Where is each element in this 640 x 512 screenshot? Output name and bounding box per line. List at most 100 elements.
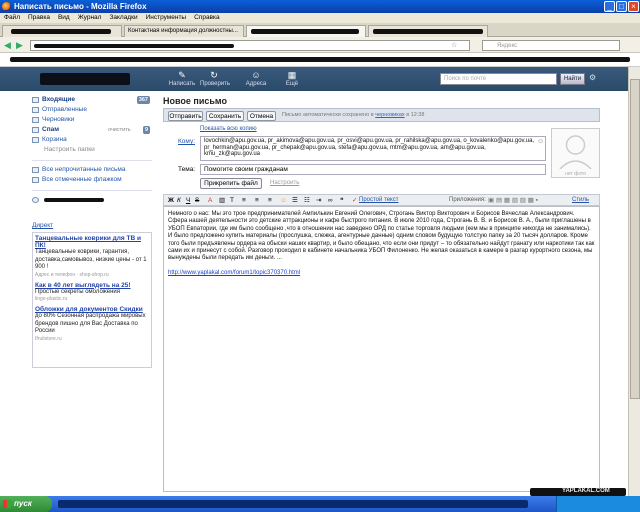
drafts-link[interactable]: черновиках xyxy=(375,112,404,118)
folder-label: Корзина xyxy=(42,136,67,143)
url-bar[interactable]: ☆ xyxy=(30,40,470,51)
attach-file-button[interactable]: Прикрепить файл xyxy=(200,178,262,189)
sidebar-item-spam[interactable]: Спам очистить 9 xyxy=(32,125,152,135)
all-flagged-label: Все отмеченные флажком xyxy=(42,176,122,183)
subject-field[interactable]: Помогите своим гражданам xyxy=(200,164,546,175)
menu-view[interactable]: Вид xyxy=(58,14,70,21)
circle-icon xyxy=(32,197,39,203)
cancel-button[interactable]: Отмена xyxy=(247,111,276,121)
back-icon[interactable]: ◀ xyxy=(4,40,11,51)
mail-icon xyxy=(32,167,39,173)
underline-icon[interactable]: Ч xyxy=(186,195,190,206)
menu-edit[interactable]: Правка xyxy=(28,14,50,21)
menu-history[interactable]: Журнал xyxy=(78,14,102,21)
spam-count: 9 xyxy=(142,126,150,134)
list-icon[interactable]: ☰ xyxy=(292,195,298,206)
forward-icon[interactable]: ▶ xyxy=(16,40,23,51)
mail-search-placeholder: Поиск по почте xyxy=(444,76,487,82)
subject-label: Тема: xyxy=(178,166,196,173)
redacted-text xyxy=(44,198,104,202)
plain-text-link[interactable]: Простой текст xyxy=(359,195,398,206)
indent-icon[interactable]: ⇥ xyxy=(316,195,321,206)
grid-icon: ▦ xyxy=(287,70,297,80)
sidebar-item-hidden[interactable] xyxy=(32,195,152,205)
page-scrollbar[interactable] xyxy=(628,67,640,496)
align-left-icon[interactable]: ≡ xyxy=(242,195,246,206)
more-button[interactable]: ▦ Ещё xyxy=(278,70,306,87)
minimize-button[interactable]: _ xyxy=(604,1,615,12)
all-unread-link[interactable]: Все непрочитанные письма xyxy=(32,165,152,175)
tab-3[interactable] xyxy=(246,25,366,37)
font-size-icon[interactable]: T xyxy=(230,195,234,206)
send-button[interactable]: Отправить xyxy=(168,111,203,121)
sidebar-item-trash[interactable]: Корзина xyxy=(32,135,152,145)
bold-icon[interactable]: Ж xyxy=(168,195,174,206)
to-field[interactable]: lovochkin@apu.gov.ua, pr_akimova@apu.gov… xyxy=(200,136,546,161)
menu-tools[interactable]: Инструменты xyxy=(146,14,187,21)
check-label: Проверить xyxy=(200,81,231,87)
save-button[interactable]: Сохранить xyxy=(206,111,244,121)
menu-file[interactable]: Файл xyxy=(4,14,20,21)
folder-label: Черновики xyxy=(42,116,75,123)
addresses-button[interactable]: ☺ Адреса xyxy=(242,70,270,87)
ad-3-title[interactable]: Обложки для документов Скидки xyxy=(35,306,149,313)
redacted-taskbar-items xyxy=(58,500,528,508)
align-right-icon[interactable]: ≡ xyxy=(268,195,272,206)
contacts-icon: ☺ xyxy=(251,70,261,80)
folder-settings-link[interactable]: Настроить папки xyxy=(32,145,152,155)
direct-label[interactable]: Директ xyxy=(32,222,53,229)
emoji-icon[interactable]: ☺ xyxy=(280,195,287,206)
show-all-copy-link[interactable]: Показать всю копию xyxy=(200,126,257,132)
attachment-icons[interactable]: ▣ ▤ ▦ ▧ ▨ ▩ ▪ xyxy=(488,195,538,206)
sidebar-item-drafts[interactable]: Черновики xyxy=(32,115,152,125)
strike-icon[interactable]: S xyxy=(195,195,199,206)
ad-1-title[interactable]: Танцевальные коврики для ТВ и ПК! xyxy=(35,235,149,249)
link-icon[interactable]: ∞ xyxy=(328,195,333,206)
find-button[interactable]: Найти xyxy=(560,73,585,85)
redacted-text xyxy=(11,29,111,34)
text-color-icon[interactable]: A xyxy=(208,195,212,206)
tab-1[interactable] xyxy=(2,25,122,37)
tab-2[interactable]: Контактная информация должностны... xyxy=(124,25,244,37)
align-center-icon[interactable]: ≡ xyxy=(255,195,259,206)
inbox-icon xyxy=(32,97,39,103)
quote-icon[interactable]: ❝ xyxy=(340,195,344,206)
trash-icon xyxy=(32,137,39,143)
sidebar-item-sent[interactable]: Отправленные xyxy=(32,105,152,115)
message-link[interactable]: http://www.yaplakal.com/forum1/topic3703… xyxy=(168,270,300,276)
numbered-list-icon[interactable]: ☷ xyxy=(304,195,310,206)
style-dropdown[interactable]: Стиль xyxy=(572,195,589,206)
settings-icon[interactable]: ⚙ xyxy=(589,73,596,82)
flag-icon xyxy=(32,177,39,183)
autosave-status: Письмо автоматически сохранено в чернови… xyxy=(282,112,424,118)
star-icon[interactable]: ☆ xyxy=(451,41,457,49)
redacted-text xyxy=(251,29,359,34)
sidebar-item-inbox[interactable]: Входящие 367 xyxy=(32,95,152,105)
italic-icon[interactable]: К xyxy=(177,195,181,206)
menu-bookmarks[interactable]: Закладки xyxy=(109,14,137,21)
clear-spam-link[interactable]: очистить xyxy=(108,125,131,135)
mail-search-input[interactable]: Поиск по почте xyxy=(440,73,557,85)
folder-label: Входящие xyxy=(42,96,75,103)
contacts-icon[interactable]: ☺ xyxy=(537,138,544,145)
close-button[interactable]: × xyxy=(628,1,639,12)
ad-2-title[interactable]: Как в 40 лет выглядеть на 25! xyxy=(35,282,149,289)
start-button[interactable]: пуск xyxy=(0,496,52,512)
configure-link[interactable]: Настроить xyxy=(270,180,299,186)
window-title-bar: Написать письмо - Mozilla Firefox xyxy=(0,0,640,13)
divider xyxy=(32,185,152,191)
maximize-button[interactable]: □ xyxy=(616,1,627,12)
tab-4[interactable] xyxy=(368,25,488,37)
scroll-thumb[interactable] xyxy=(630,79,640,399)
check-mail-button[interactable]: ↻ Проверить xyxy=(200,70,231,87)
browser-search-input[interactable]: Яндекс xyxy=(482,40,620,51)
spellcheck-icon[interactable]: ✓ xyxy=(352,195,357,206)
background-color-icon[interactable]: ▥ xyxy=(219,195,225,206)
to-label[interactable]: Кому: xyxy=(178,138,195,145)
menu-bar: Файл Правка Вид Журнал Закладки Инструменты Сп… xyxy=(0,13,640,23)
compose-button[interactable]: ✎ Написать xyxy=(168,70,196,87)
format-toolbar: Ж К Ч S A ▥ T ≡ ≡ ≡ ☺ ☰ ☷ ⇥ ∞ ❝ ✓ Просто… xyxy=(163,194,600,206)
menu-help[interactable]: Справка xyxy=(194,14,220,21)
all-flagged-link[interactable]: Все отмеченные флажком xyxy=(32,175,152,185)
message-editor[interactable]: Немного о нас: Мы это трое предпринимате… xyxy=(163,206,600,492)
